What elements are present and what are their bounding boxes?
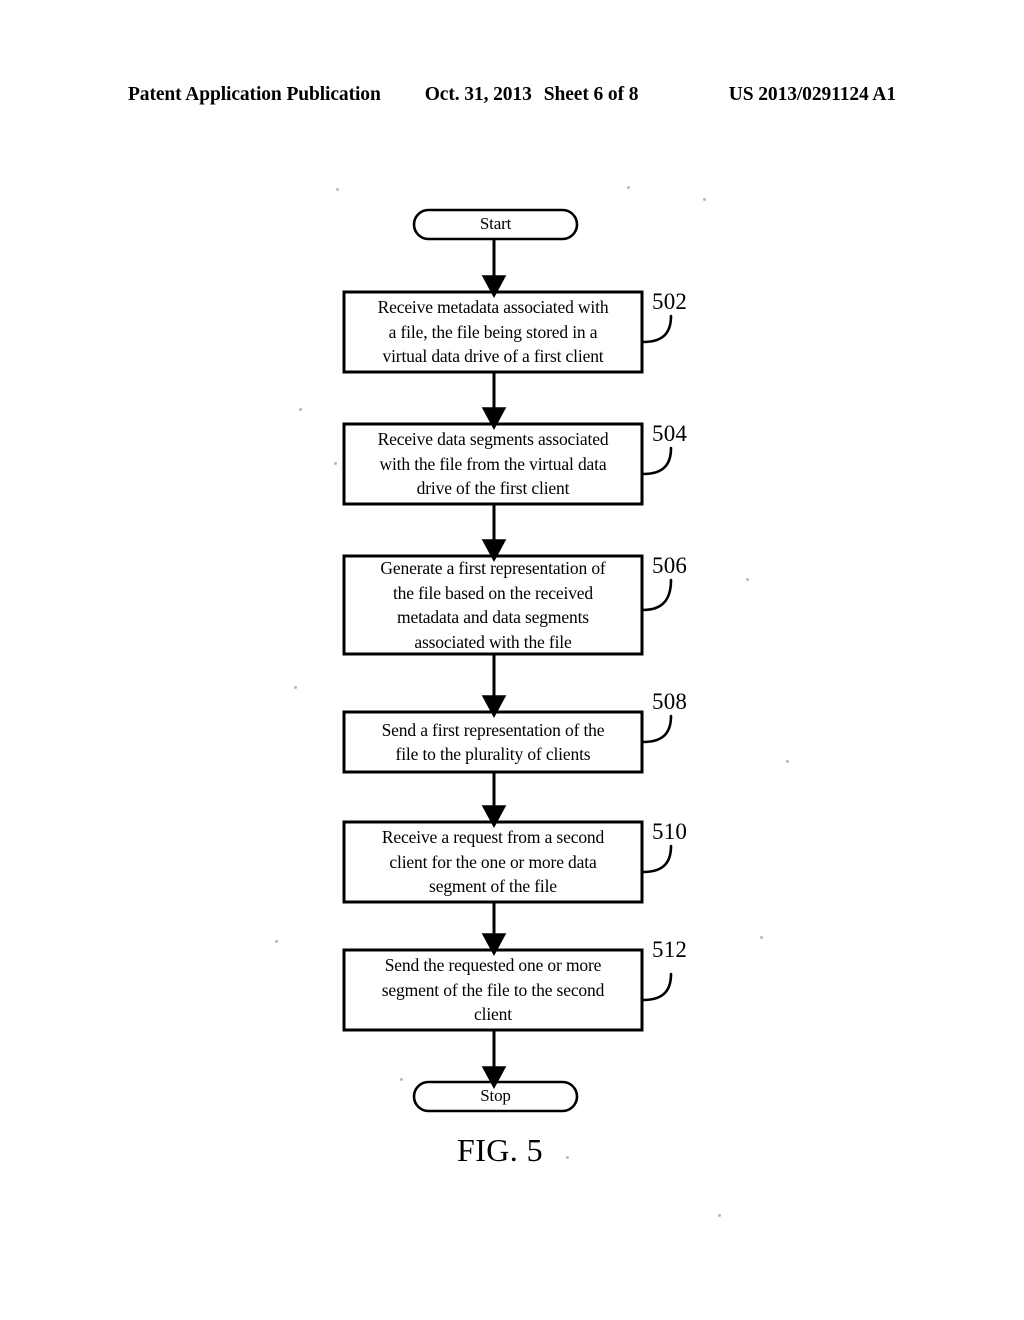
flowchart-vector-layer [342, 208, 673, 1113]
step-510-label: Receive a request from a second client f… [381, 827, 605, 897]
scan-speckle [299, 408, 302, 411]
step-508-label: Send a first representation of the file … [381, 719, 605, 765]
start-terminator-label: Start [479, 214, 512, 234]
reference-numeral-508: 508 [652, 689, 688, 714]
scan-speckle [786, 760, 789, 763]
leader-line-510 [641, 844, 673, 874]
leader-line-506 [641, 578, 673, 612]
scan-speckle [294, 686, 297, 689]
scan-speckle [334, 462, 337, 465]
step-502-box: Receive metadata associated with a file,… [344, 292, 642, 372]
figure-caption-text: FIG. 5 [457, 1132, 543, 1168]
figure-caption: FIG. 5 [0, 1132, 1024, 1168]
scan-speckle [760, 936, 763, 939]
step-504-box: Receive data segments associated with th… [344, 424, 642, 504]
stop-terminator: Stop [414, 1082, 577, 1111]
leader-line-504 [641, 446, 673, 476]
reference-numeral-502: 502 [652, 289, 688, 314]
scan-speckle [746, 578, 749, 581]
scan-speckle [627, 186, 630, 189]
step-502-label: Receive metadata associated with a file,… [377, 297, 609, 367]
scan-speckle [718, 1214, 721, 1217]
reference-numeral-506: 506 [652, 553, 688, 578]
step-508-box: Send a first representation of the file … [344, 712, 642, 772]
stop-terminator-label: Stop [480, 1086, 511, 1106]
step-506-label: Generate a first representation of the f… [380, 558, 606, 652]
reference-numeral-504: 504 [652, 421, 688, 446]
reference-numeral-510: 510 [652, 819, 688, 844]
scan-speckle [566, 1156, 569, 1159]
scan-speckle [336, 188, 339, 191]
leader-line-512 [641, 972, 673, 1002]
leader-line-508 [641, 714, 673, 744]
step-510-box: Receive a request from a second client f… [344, 822, 642, 902]
step-504-label: Receive data segments associated with th… [377, 429, 609, 499]
scan-speckle [703, 198, 706, 201]
step-512-box: Send the requested one or more segment o… [344, 950, 642, 1030]
flowchart-figure: Start Receive metadata associated with a… [0, 0, 1024, 1320]
leader-line-502 [641, 314, 673, 344]
scan-speckle [275, 940, 278, 943]
scan-speckle [400, 1078, 403, 1081]
start-terminator: Start [414, 210, 577, 239]
reference-numeral-512: 512 [652, 937, 688, 962]
step-506-box: Generate a first representation of the f… [344, 556, 642, 654]
step-512-label: Send the requested one or more segment o… [381, 955, 605, 1025]
